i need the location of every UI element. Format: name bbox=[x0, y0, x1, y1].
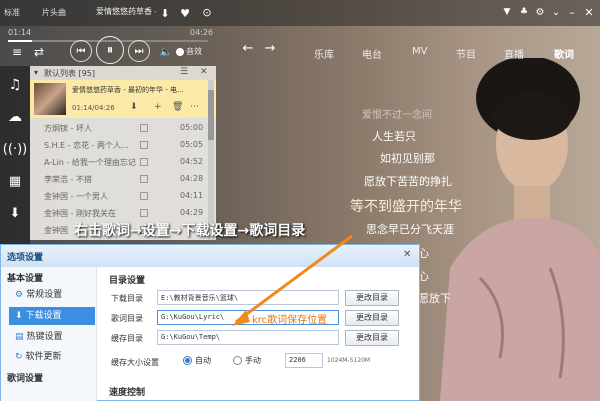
krc-note: krc歌词保存位置 bbox=[252, 315, 328, 326]
annotation-arrow bbox=[232, 234, 353, 326]
